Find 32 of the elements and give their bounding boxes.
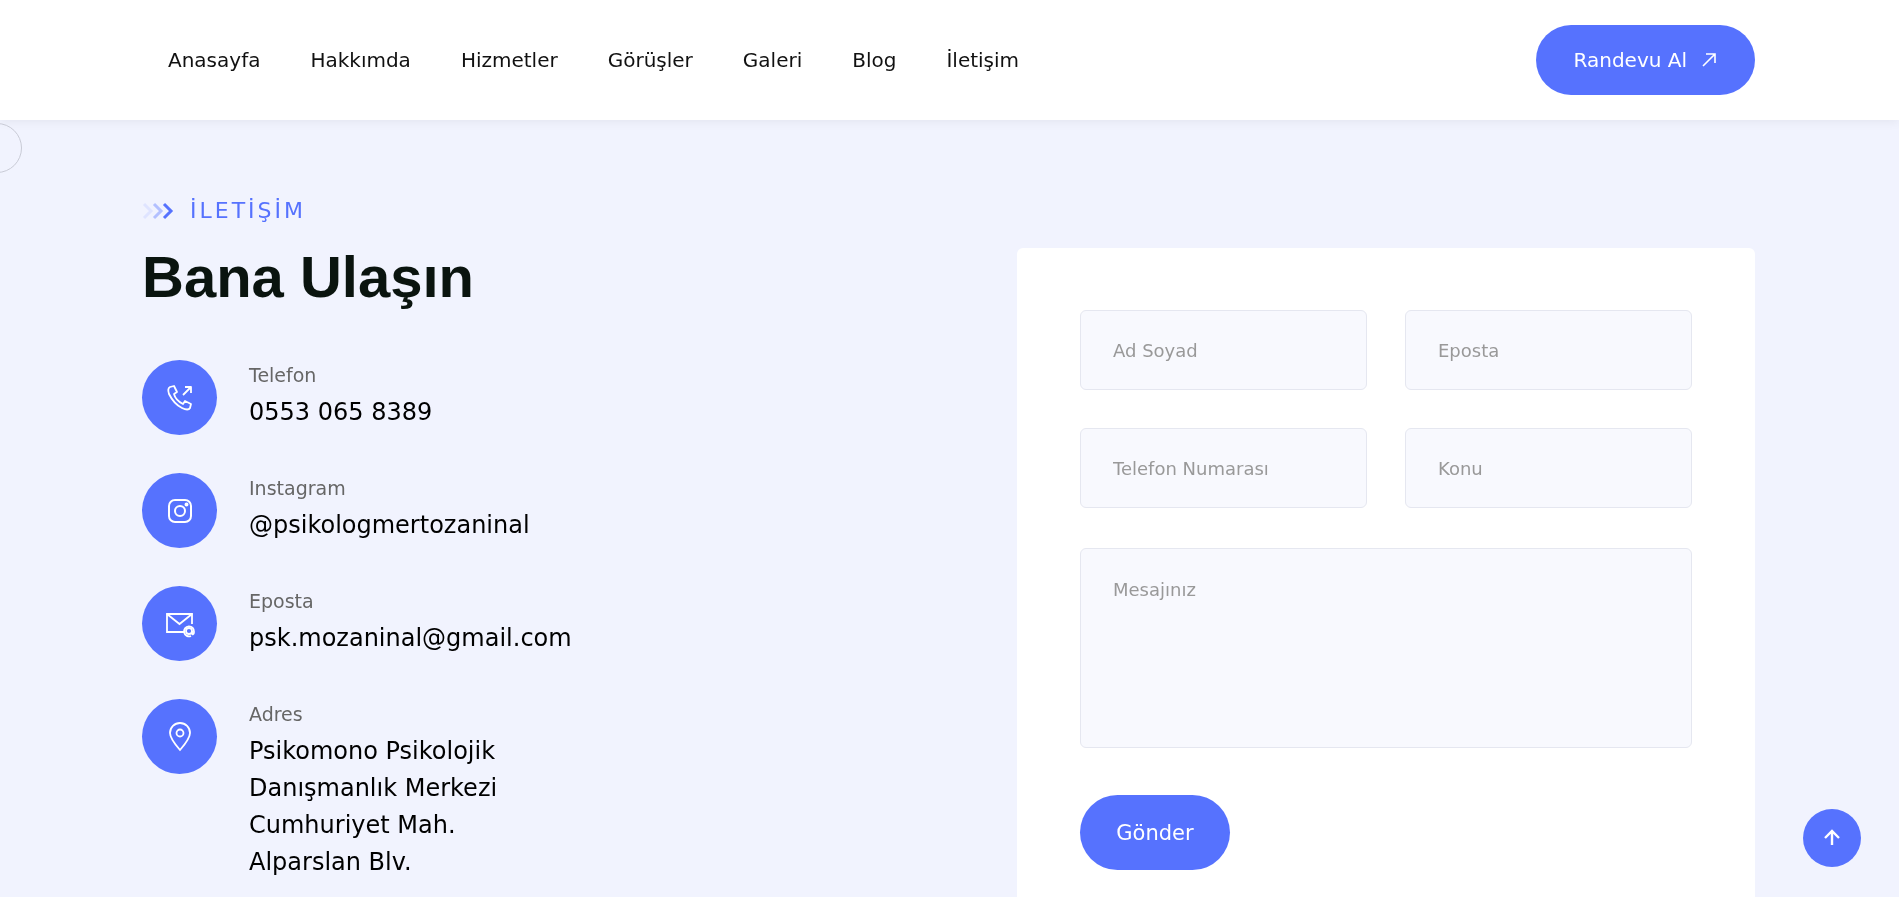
nav-link[interactable]: Anasayfa [168, 48, 261, 72]
contact-label: Adres [249, 703, 304, 725]
section-title: Bana Ulaşın [142, 243, 475, 310]
contact-label: Eposta [249, 590, 315, 612]
input-field[interactable]: Telefon Numarası [1080, 428, 1367, 508]
contact-label: Telefon [249, 364, 318, 386]
input-field[interactable]: Eposta [1405, 310, 1692, 390]
scroll-top-button[interactable] [1803, 809, 1861, 867]
appointment-button[interactable]: Randevu Al [1535, 25, 1755, 95]
section-label: İLETİŞİM [190, 198, 306, 223]
send-button[interactable]: Gönder [1080, 795, 1230, 870]
contact-value: Alparslan Blv. [249, 847, 413, 878]
location-pin-icon [166, 721, 193, 752]
contact-value: Danışmanlık Merkezi [249, 773, 498, 804]
nav-link[interactable]: İletişim [946, 48, 1020, 72]
camera-icon [165, 496, 194, 525]
nav-link[interactable]: Görüşler [607, 48, 693, 72]
input-field[interactable]: Konu [1405, 428, 1692, 508]
contact-value: 0553 065 8389 [249, 397, 433, 428]
nav-link[interactable]: Hakkımda [310, 48, 411, 72]
contact-label: Instagram [249, 477, 347, 499]
nav-link[interactable]: Galeri [742, 48, 803, 72]
input-field[interactable]: Ad Soyad [1080, 310, 1367, 390]
nav-link[interactable]: Blog [852, 48, 897, 72]
nav-link[interactable]: Hizmetler [460, 48, 558, 72]
up-arrow-icon [1822, 828, 1842, 848]
contact-value: Psikomono Psikolojik [249, 736, 497, 767]
contact-value: Cumhuriyet Mah. [249, 810, 457, 841]
message-field[interactable]: Mesajınız [1080, 548, 1692, 748]
contact-value: psk.mozaninal@gmail.com [249, 623, 572, 654]
contact-value: @psikologmertozaninal [249, 510, 530, 541]
arrow-icon [1701, 52, 1717, 68]
